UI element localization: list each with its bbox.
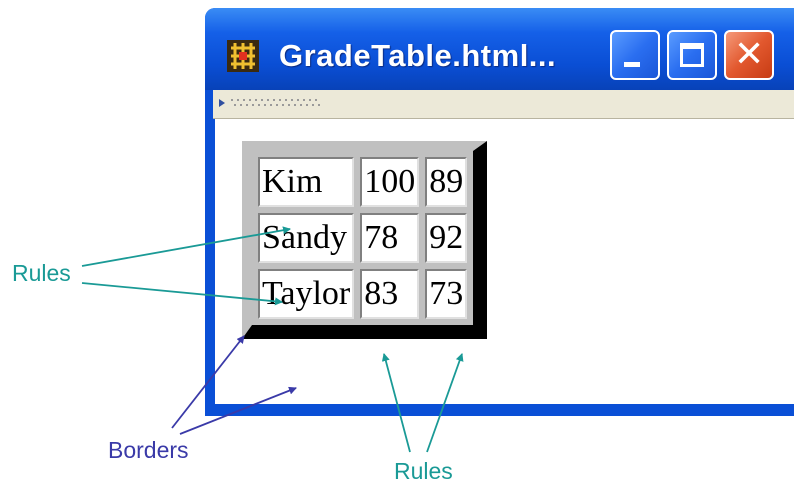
- rules-label-bottom: Rules: [394, 458, 453, 484]
- rules-label-left: Rules: [12, 260, 71, 286]
- borders-label: Borders: [108, 437, 189, 463]
- rules-arrow-bottom-left: [381, 353, 411, 453]
- annotation-arrows: [81, 226, 464, 453]
- borders-arrow-left: [171, 335, 245, 429]
- rules-arrow-lower: [81, 282, 283, 306]
- rules-arrow-bottom-right: [426, 353, 464, 453]
- rules-arrow-upper: [81, 226, 291, 267]
